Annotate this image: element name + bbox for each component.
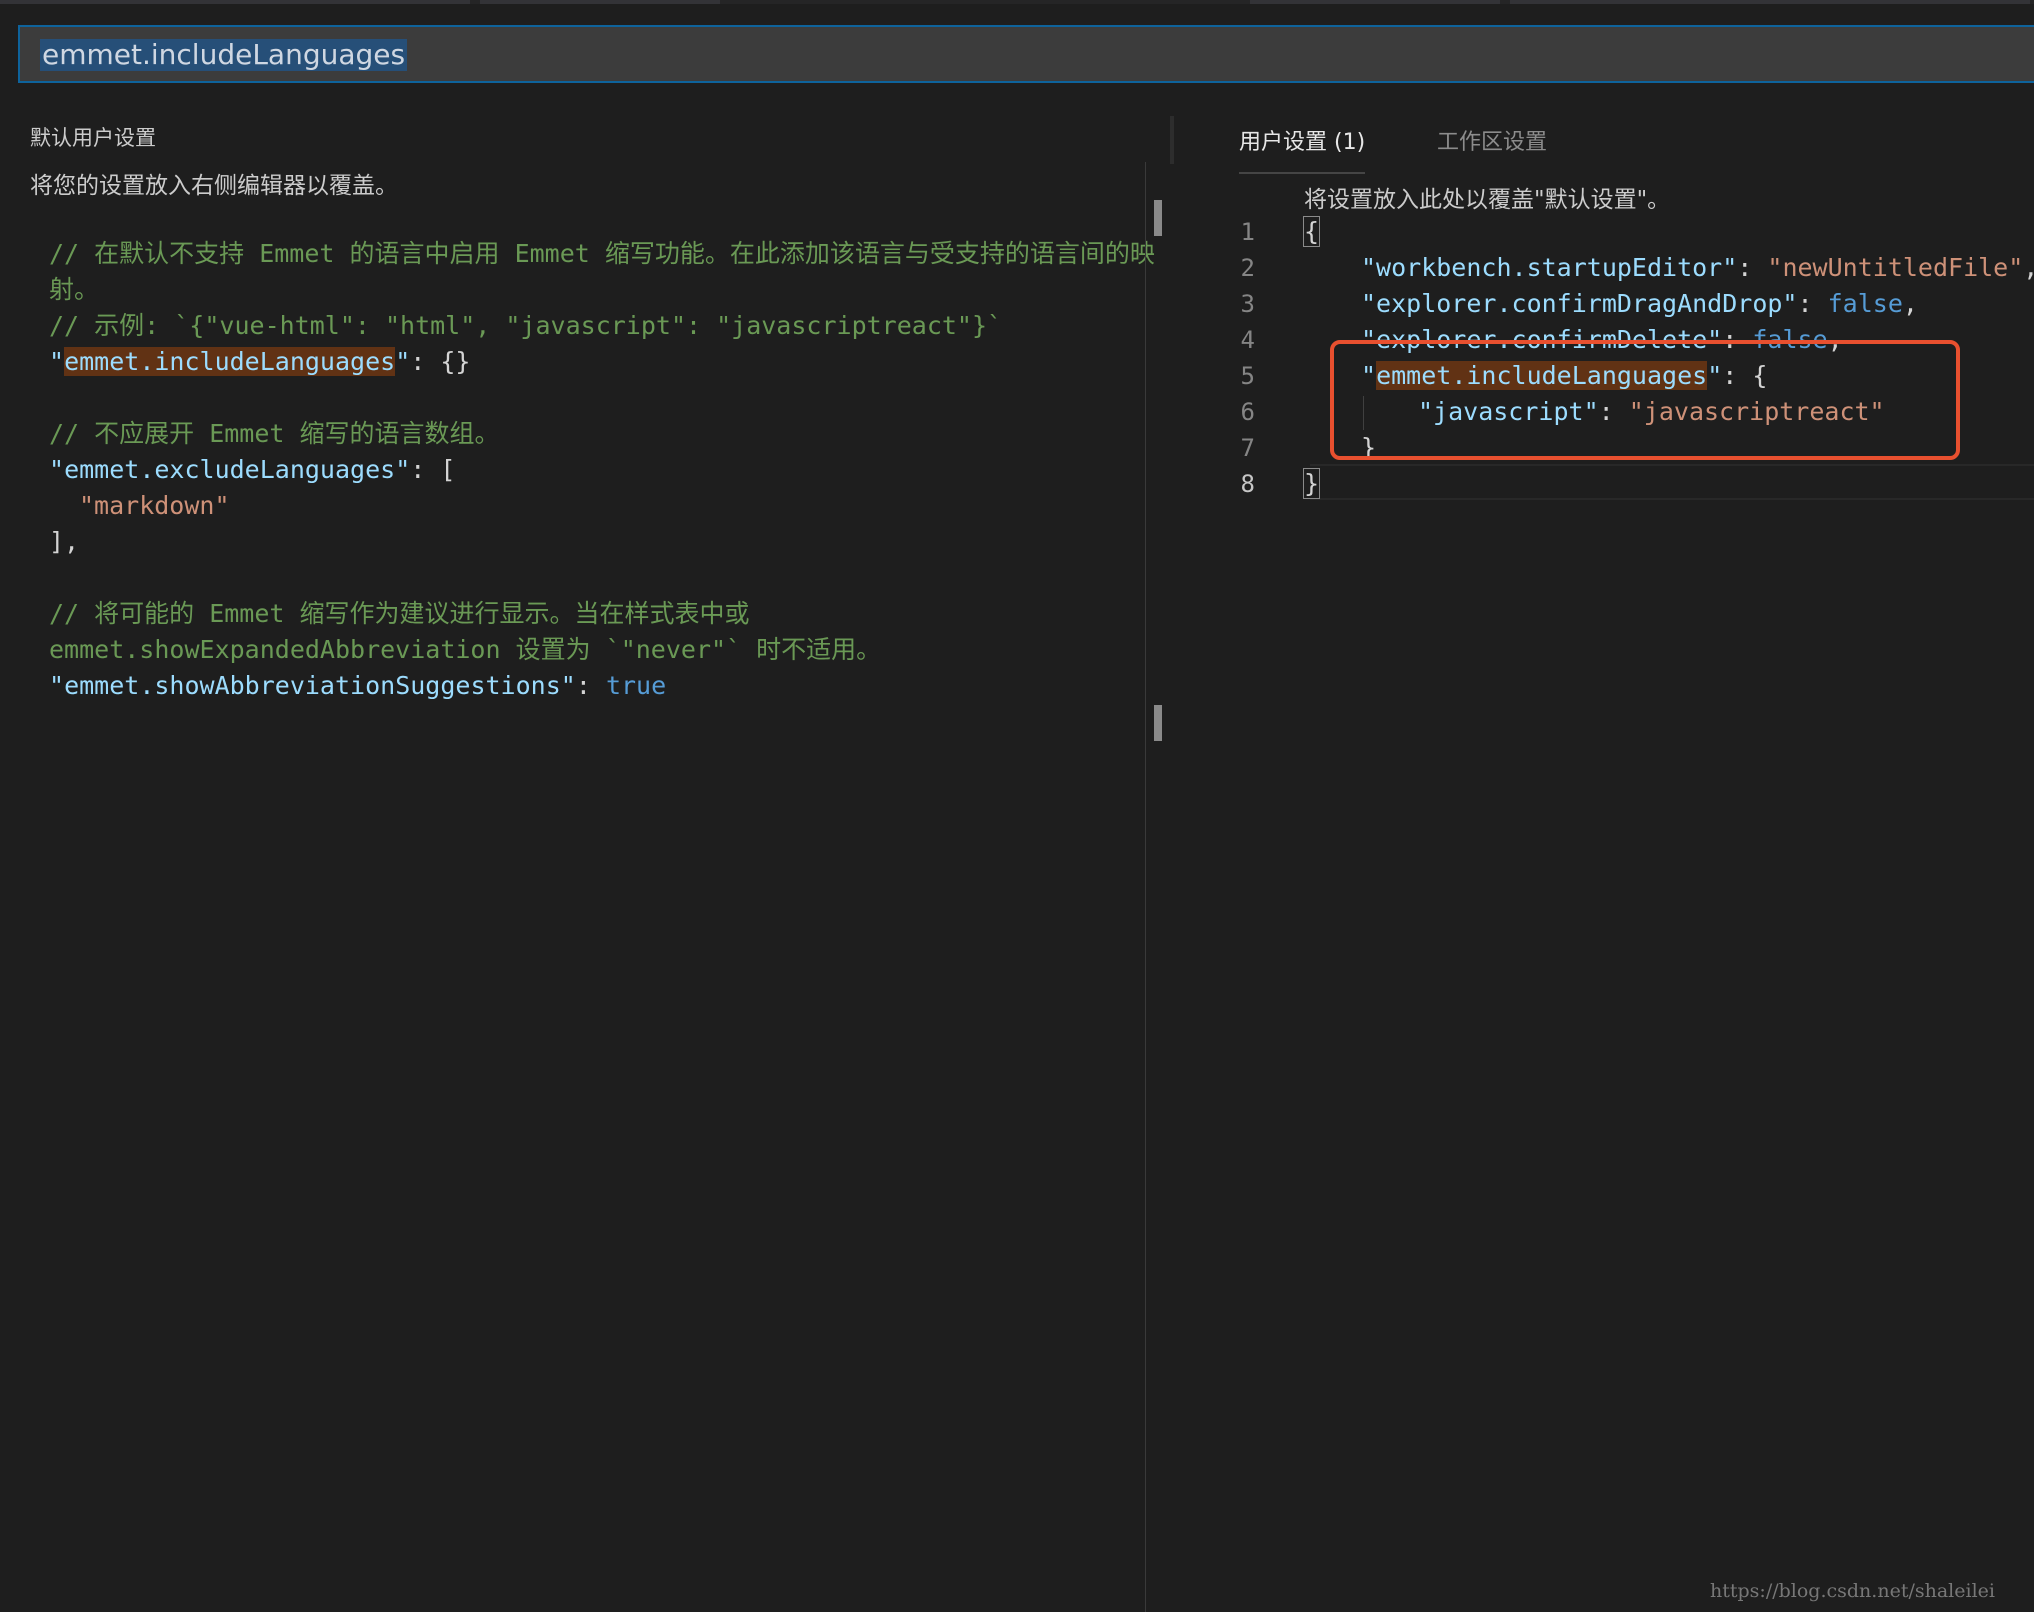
overview-ruler-mark[interactable] [1154,200,1162,236]
default-settings-title: 默认用户设置 [30,126,156,150]
settings-search-input[interactable] [40,35,2000,73]
setting-emmet-include-languages[interactable]: "emmet.includeLanguages": {} [49,344,470,380]
setting-workbench-startup-editor[interactable]: "workbench.startupEditor": "newUntitledF… [1361,250,2034,286]
tab-workspace-settings[interactable]: 工作区设置 [1437,128,1547,168]
code-comment: // 将可能的 Emmet 缩写作为建议进行显示。当在样式表中或 [49,599,750,628]
code-open-brace: { [1302,214,1321,250]
tab-user-settings[interactable]: 用户设置 (1) [1239,128,1366,174]
setting-emmet-exclude-languages[interactable]: "emmet.excludeLanguages": [ [49,452,455,488]
code-comment: 射。 [49,275,100,304]
editor-tab-strip [0,0,2034,4]
code-comment: // 在默认不支持 Emmet 的语言中启用 Emmet 缩写功能。在此添加该语… [49,239,1155,268]
setting-emmet-include-languages[interactable]: "emmet.includeLanguages": { [1361,358,1767,394]
indent-guide [1363,396,1364,430]
setting-explorer-confirm-delete[interactable]: "explorer.confirmDelete": false, [1361,322,1843,358]
setting-javascript-mapping[interactable]: "javascript": "javascriptreact" [1418,394,1885,430]
watermark: https://blog.csdn.net/shaleilei [1710,1580,1995,1602]
matching-bracket: { [1302,216,1321,247]
code-comment: // 不应展开 Emmet 缩写的语言数组。 [49,419,500,448]
code-inner-close-brace: } [1361,433,1377,462]
setting-explorer-confirm-drag-and-drop[interactable]: "explorer.confirmDragAndDrop": false, [1361,286,1918,322]
overview-ruler-mark[interactable] [1154,705,1162,741]
matching-bracket: } [1302,468,1321,499]
line-number: 5 [1240,362,1255,390]
line-number: 8 [1240,470,1255,498]
line-number: 2 [1240,254,1255,282]
current-line-highlight [1310,464,2034,500]
line-number: 1 [1240,218,1255,246]
line-number: 6 [1240,398,1255,426]
pane-divider[interactable] [1145,162,1146,1612]
search-match-highlight: emmet.includeLanguages [1376,361,1708,390]
code-comment: // 示例: `{"vue-html": "html", "javascript… [49,311,1003,340]
settings-search-box[interactable]: emmet.includeLanguages [18,25,2034,83]
line-number: 7 [1240,434,1255,462]
line-number: 4 [1240,326,1255,354]
code-close-brace: } [1302,466,1321,502]
code-array-close: ], [49,527,80,556]
default-settings-description: 将您的设置放入右侧编辑器以覆盖。 [30,173,398,199]
search-match-highlight: emmet.includeLanguages [64,347,396,376]
code-comment: emmet.showExpandedAbbreviation 设置为 `"nev… [49,635,882,664]
line-number: 3 [1240,290,1255,318]
user-settings-description: 将设置放入此处以覆盖"默认设置"。 [1304,187,1671,213]
pane-sash[interactable] [1170,116,1174,164]
code-array-item: "markdown" [79,491,230,520]
setting-emmet-show-abbreviation-suggestions[interactable]: "emmet.showAbbreviationSuggestions": tru… [49,668,666,704]
